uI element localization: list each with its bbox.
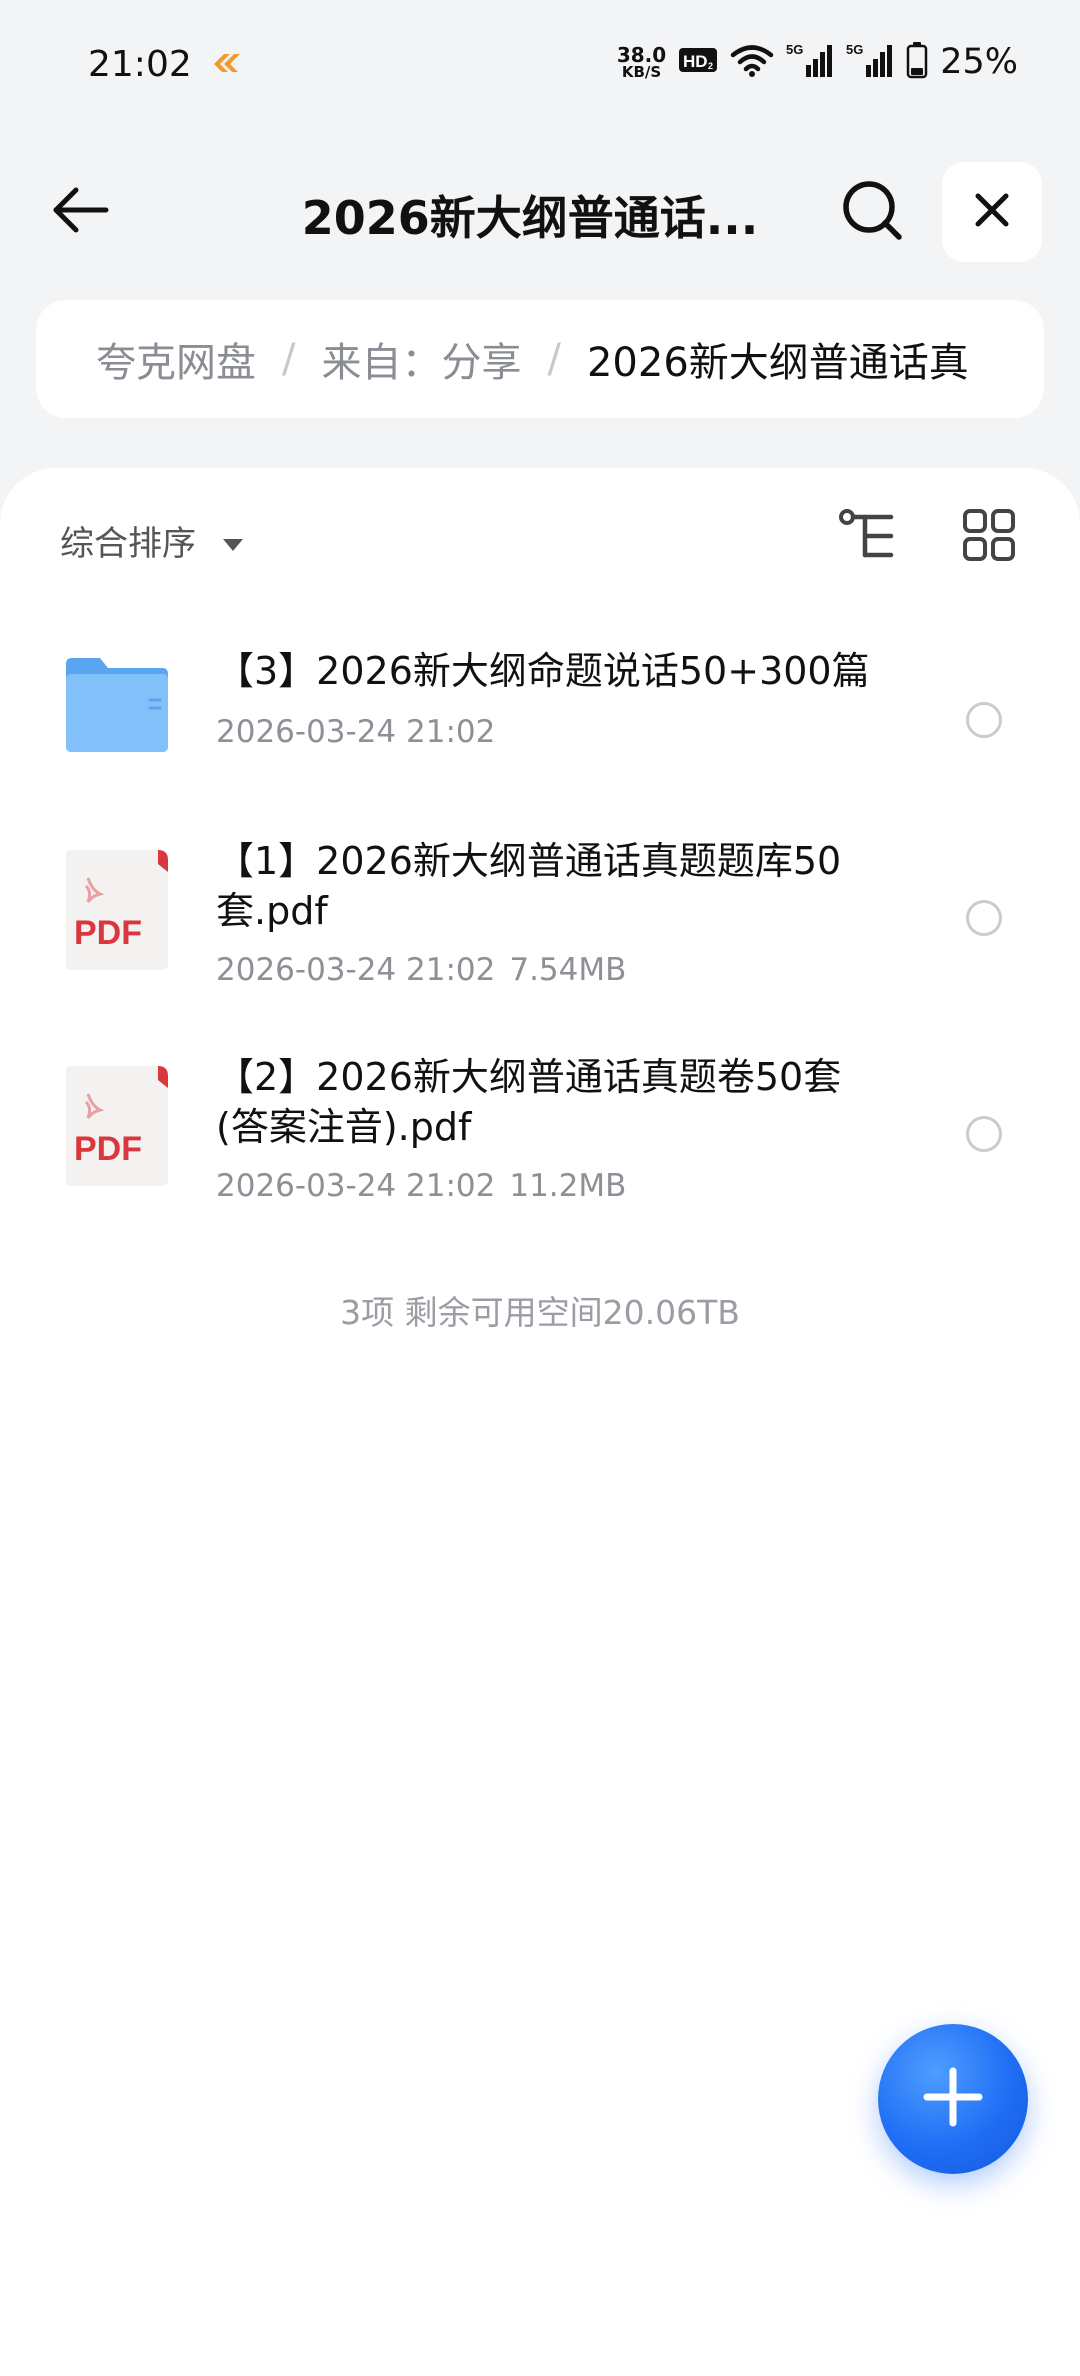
svg-text:5G: 5G [786,42,803,57]
tree-view-icon [839,509,899,565]
svg-text:2: 2 [708,61,713,71]
file-row-pdf[interactable]: PDF 【1】2026新大纲普通话真题题库50套.pdf 2026-03-24 … [0,828,1080,998]
file-name: 【3】2026新大纲命题说话50+300篇 [216,649,870,693]
file-meta: 2026-03-24 21:02 7.54MB [216,952,626,988]
signal-icon-1: 5G [786,41,834,83]
hd-icon: HD 2 [678,45,718,79]
svg-text:HD: HD [683,52,708,71]
back-arrow-icon [50,185,110,239]
select-radio[interactable] [966,702,1002,738]
breadcrumb-item-shared[interactable]: 来自：分享 [321,330,521,388]
select-radio[interactable] [966,1116,1002,1152]
breadcrumb-item-current: 2026新大纲普通话真 [586,340,969,386]
wifi-icon [730,43,774,81]
status-indicators: 38.0 KB/S HD 2 5G 5G 25% [617,40,1018,84]
sort-dropdown[interactable]: 综合排序 [60,516,244,565]
file-date: 2026-03-24 21:02 [216,1168,496,1204]
pdf-icon: PDF [62,846,172,978]
file-name: 【2】2026新大纲普通话真题卷50套(答案注音).pdf [216,1055,842,1149]
status-time: 21:02 [88,44,192,85]
file-size: 11.2MB [509,1168,627,1204]
svg-text:5G: 5G [846,42,863,57]
network-speed: 38.0 KB/S [617,45,666,80]
file-meta: 2026-03-24 21:02 11.2MB [216,1168,626,1204]
select-radio[interactable] [966,900,1002,936]
file-date: 2026-03-24 21:02 [216,952,496,988]
search-icon [841,179,903,245]
breadcrumb-separator: / [547,336,561,382]
page-title: 2026新大纲普通话... [301,191,759,245]
screen: 21:02 38.0 KB/S HD 2 5G 5G 25% 2026新大纲普通… [0,0,1080,2376]
pdf-icon-label: PDF [74,914,142,952]
grid-view-icon [962,508,1016,566]
breadcrumb-item-root[interactable]: 夸克网盘 [96,330,256,388]
plus-icon [921,2065,985,2133]
search-button[interactable] [832,172,912,252]
breadcrumb: 夸克网盘 / 来自：分享 / 2026新大纲普通话真 [36,300,1044,418]
network-speed-value: 38.0 [616,42,667,67]
close-icon [974,192,1010,232]
file-date: 2026-03-24 21:02 [216,714,496,750]
signal-icon-2: 5G [846,41,894,83]
pdf-icon-label: PDF [74,1130,142,1168]
network-speed-unit: KB/S [621,62,662,81]
close-button[interactable] [942,162,1042,262]
file-name: 【1】2026新大纲普通话真题题库50套.pdf [216,839,842,933]
breadcrumb-separator: / [282,336,296,382]
back-button[interactable] [40,172,120,252]
folder-icon [62,656,172,760]
status-bar: 21:02 38.0 KB/S HD 2 5G 5G 25% [0,0,1080,130]
add-button[interactable] [878,2024,1028,2174]
app-notification-icon [210,48,244,78]
file-meta: 2026-03-24 21:02 [216,714,495,750]
battery-icon [906,41,928,83]
header-bar: 2026新大纲普通话... [0,150,1080,270]
file-size: 7.54MB [509,952,627,988]
caret-down-icon [222,521,244,561]
file-row-folder[interactable]: 【3】2026新大纲命题说话50+300篇 2026-03-24 21:02 [0,628,1080,778]
file-row-pdf[interactable]: PDF 【2】2026新大纲普通话真题卷50套(答案注音).pdf 2026-0… [0,1044,1080,1214]
battery-percent: 25% [940,42,1018,82]
pdf-icon: PDF [62,1062,172,1194]
grid-view-button[interactable] [956,504,1022,570]
tree-view-button[interactable] [836,504,902,570]
sort-label: 综合排序 [60,524,196,564]
storage-summary: 3项 剩余可用空间20.06TB [340,1293,740,1332]
